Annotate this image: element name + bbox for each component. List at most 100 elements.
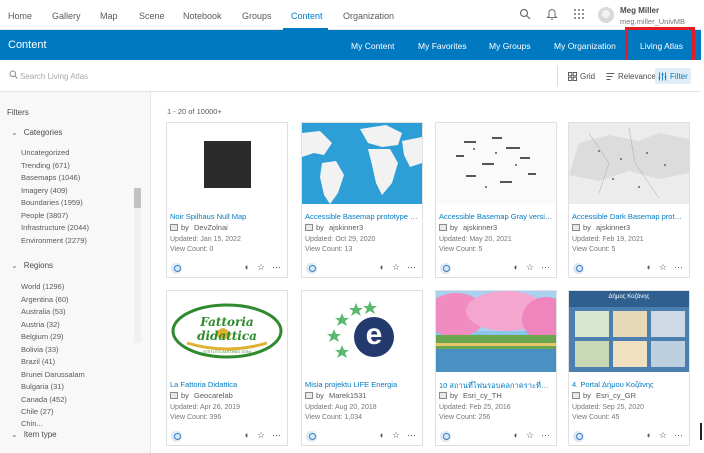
more-options-icon[interactable]: ⋯	[541, 430, 550, 441]
item-thumbnail[interactable]	[436, 123, 556, 204]
region-item[interactable]: Bolivia (33)	[21, 344, 85, 357]
item-title-link[interactable]: La Fattoria Didattica	[170, 380, 284, 389]
item-thumbnail[interactable]: Δήμος Κοζάνης	[569, 291, 689, 372]
more-options-icon[interactable]: ⋯	[674, 262, 683, 273]
favorite-star-icon[interactable]: ☆	[257, 430, 265, 441]
share-icon[interactable]: ◐	[244, 262, 249, 273]
category-item[interactable]: Uncategorized	[21, 147, 89, 160]
item-status-icon[interactable]	[171, 263, 182, 274]
item-card[interactable]: e Misia projektu LIFE Energia by Marek15…	[301, 290, 423, 446]
owner-name[interactable]: DevZolnai	[194, 223, 228, 232]
owner-name[interactable]: Esri_cy_TH	[463, 391, 502, 400]
region-item[interactable]: Chin...	[21, 419, 85, 426]
nav-content[interactable]: Content	[291, 11, 323, 21]
search-input[interactable]	[20, 68, 320, 84]
nav-groups[interactable]: Groups	[242, 11, 272, 21]
item-thumbnail[interactable]	[167, 123, 287, 204]
owner-name[interactable]: ajskinner3	[329, 223, 363, 232]
item-thumbnail[interactable]	[436, 291, 556, 372]
more-options-icon[interactable]: ⋯	[272, 430, 281, 441]
search-icon[interactable]	[519, 8, 531, 22]
category-item[interactable]: Imagery (409)	[21, 185, 89, 198]
item-thumbnail[interactable]: Fattoria didattica ISTITUTO ANTONIO ZONI	[167, 291, 287, 372]
tab-my-favorites[interactable]: My Favorites	[418, 41, 467, 51]
share-icon[interactable]: ◐	[646, 262, 651, 273]
share-icon[interactable]: ◐	[513, 262, 518, 273]
item-thumbnail[interactable]	[569, 123, 689, 204]
region-item[interactable]: Austria (32)	[21, 319, 85, 332]
share-icon[interactable]: ◐	[379, 430, 384, 441]
share-icon[interactable]: ◐	[513, 430, 518, 441]
more-options-icon[interactable]: ⋯	[674, 430, 683, 441]
notification-bell-icon[interactable]	[546, 8, 558, 23]
item-card[interactable]: Accessible Dark Basemap protot... by ajs…	[568, 122, 690, 278]
favorite-star-icon[interactable]: ☆	[257, 262, 265, 273]
favorite-star-icon[interactable]: ☆	[526, 430, 534, 441]
regions-section-toggle[interactable]: ⌄ Regions	[11, 261, 53, 270]
regions-scrollbar[interactable]	[134, 188, 141, 343]
nav-scene[interactable]: Scene	[139, 11, 165, 21]
nav-organization[interactable]: Organization	[343, 11, 394, 21]
app-launcher-icon[interactable]	[573, 8, 585, 22]
item-status-icon[interactable]	[306, 263, 317, 274]
nav-gallery[interactable]: Gallery	[52, 11, 81, 21]
owner-name[interactable]: Esri_cy_GR	[596, 391, 636, 400]
share-icon[interactable]: ◐	[244, 430, 249, 441]
item-status-icon[interactable]	[573, 263, 584, 274]
item-thumbnail[interactable]: e	[302, 291, 422, 372]
item-status-icon[interactable]	[440, 431, 451, 442]
owner-name[interactable]: ajskinner3	[596, 223, 630, 232]
region-item[interactable]: World (1296)	[21, 281, 85, 294]
more-options-icon[interactable]: ⋯	[407, 262, 416, 273]
share-icon[interactable]: ◐	[646, 430, 651, 441]
region-item[interactable]: Canada (452)	[21, 394, 85, 407]
tab-my-organization[interactable]: My Organization	[554, 41, 616, 51]
category-item[interactable]: Environment (2279)	[21, 235, 89, 248]
categories-section-toggle[interactable]: ⌄ Categories	[11, 128, 62, 137]
item-card[interactable]: Accessible Basemap prototype v... by ajs…	[301, 122, 423, 278]
category-item[interactable]: Trending (671)	[21, 160, 89, 173]
avatar[interactable]	[598, 7, 614, 23]
tab-my-groups[interactable]: My Groups	[489, 41, 531, 51]
region-item[interactable]: Australia (53)	[21, 306, 85, 319]
owner-name[interactable]: ajskinner3	[463, 223, 497, 232]
share-icon[interactable]: ◐	[379, 262, 384, 273]
favorite-star-icon[interactable]: ☆	[392, 262, 400, 273]
grid-view-button[interactable]: Grid	[565, 68, 598, 84]
item-status-icon[interactable]	[573, 431, 584, 442]
item-title-link[interactable]: 4. Portal Δήμου Κοζάνης	[572, 380, 686, 389]
item-card[interactable]: 10 สถานที่ไฟนรอบคลกาคราะที่ญี่ปุ่น by Es…	[435, 290, 557, 446]
filter-button[interactable]: Filter	[655, 68, 691, 84]
category-item[interactable]: Boundaries (1959)	[21, 197, 89, 210]
owner-name[interactable]: Geocarelab	[194, 391, 233, 400]
regions-scrollbar-thumb[interactable]	[134, 188, 141, 208]
region-item[interactable]: Bulgaria (31)	[21, 381, 85, 394]
category-item[interactable]: People (3807)	[21, 210, 89, 223]
more-options-icon[interactable]: ⋯	[272, 262, 281, 273]
region-item[interactable]: Chile (27)	[21, 406, 85, 419]
region-item[interactable]: Belgium (29)	[21, 331, 85, 344]
item-card[interactable]: Δήμος Κοζάνης 4. Portal Δήμου Κοζάνης by…	[568, 290, 690, 446]
item-card[interactable]: Accessible Basemap Gray versio... by ajs…	[435, 122, 557, 278]
item-title-link[interactable]: Accessible Basemap prototype v...	[305, 212, 419, 221]
item-status-icon[interactable]	[306, 431, 317, 442]
item-type-section-toggle[interactable]: ⌄ Item type	[11, 430, 57, 439]
nav-notebook[interactable]: Notebook	[183, 11, 222, 21]
nav-map[interactable]: Map	[100, 11, 118, 21]
item-title-link[interactable]: Noir Spilhaus Null Map	[170, 212, 284, 221]
favorite-star-icon[interactable]: ☆	[392, 430, 400, 441]
item-status-icon[interactable]	[171, 431, 182, 442]
item-thumbnail[interactable]	[302, 123, 422, 204]
region-item[interactable]: Argentina (60)	[21, 294, 85, 307]
category-item[interactable]: Infrastructure (2044)	[21, 222, 89, 235]
favorite-star-icon[interactable]: ☆	[526, 262, 534, 273]
item-title-link[interactable]: Misia projektu LIFE Energia	[305, 380, 419, 389]
item-title-link[interactable]: Accessible Basemap Gray versio...	[439, 212, 553, 221]
favorite-star-icon[interactable]: ☆	[659, 262, 667, 273]
nav-home[interactable]: Home	[8, 11, 32, 21]
tab-my-content[interactable]: My Content	[351, 41, 394, 51]
item-title-link[interactable]: Accessible Dark Basemap protot...	[572, 212, 686, 221]
owner-name[interactable]: Marek1531	[329, 391, 367, 400]
more-options-icon[interactable]: ⋯	[407, 430, 416, 441]
more-options-icon[interactable]: ⋯	[541, 262, 550, 273]
